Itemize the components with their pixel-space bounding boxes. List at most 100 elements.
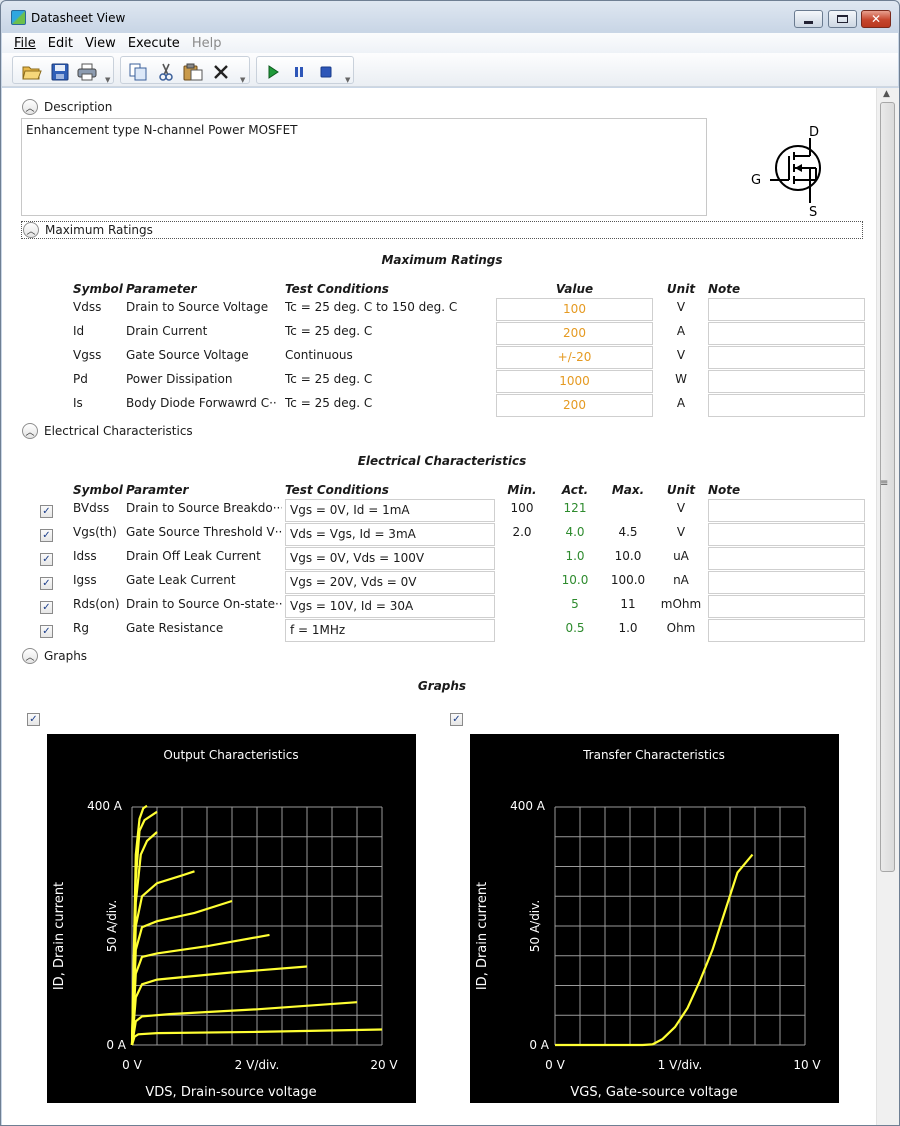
- copy-button[interactable]: [127, 62, 149, 82]
- toolbar-overflow-icon[interactable]: ▼: [240, 76, 248, 86]
- col-value-header: Value: [555, 282, 594, 296]
- row-enable-checkbox[interactable]: ✓: [40, 529, 53, 542]
- row-max: 4.5: [618, 525, 638, 539]
- x-tick-label: 20 V: [370, 1058, 398, 1072]
- row-min: 100: [510, 501, 534, 515]
- value-field[interactable]: 200: [496, 322, 653, 345]
- note-field[interactable]: [708, 523, 865, 546]
- menu-edit[interactable]: Edit: [48, 36, 73, 51]
- col-act-header: Act.: [561, 483, 589, 497]
- toolbar-group-edit: ▼: [120, 56, 250, 84]
- row-enable-checkbox[interactable]: ✓: [40, 577, 53, 590]
- collapse-icon[interactable]: ︿: [23, 222, 39, 238]
- toolbar-overflow-icon[interactable]: ▼: [345, 76, 353, 86]
- note-field[interactable]: [708, 547, 865, 570]
- note-field[interactable]: [708, 370, 865, 393]
- vertical-scrollbar[interactable]: ▲ ≡: [876, 88, 899, 1125]
- note-field[interactable]: [708, 394, 865, 417]
- print-button[interactable]: [76, 62, 98, 82]
- description-header[interactable]: ︿ Description: [22, 98, 112, 116]
- title-bar[interactable]: Datasheet View ✕: [1, 1, 899, 33]
- collapse-icon[interactable]: ︿: [22, 99, 38, 115]
- note-field[interactable]: [708, 322, 865, 345]
- row-symbol: Vdss: [73, 300, 102, 314]
- row-unit: uA: [673, 549, 689, 563]
- x-tick-label: 1 V/div.: [658, 1058, 703, 1072]
- note-field[interactable]: [708, 346, 865, 369]
- conditions-field[interactable]: Vgs = 0V, Vds = 100V: [285, 547, 495, 570]
- output-characteristics-plot: Output Characteristics 0 A 400 A 50 A/div. 0…: [52, 748, 398, 1100]
- x-tick-label: 2 V/div.: [235, 1058, 280, 1072]
- note-field[interactable]: [708, 595, 865, 618]
- note-field[interactable]: [708, 298, 865, 321]
- row-enable-checkbox[interactable]: ✓: [40, 601, 53, 614]
- note-field[interactable]: [708, 499, 865, 522]
- stop-button[interactable]: [315, 62, 337, 82]
- row-parameter: Drain to Source Voltage: [126, 300, 269, 314]
- menu-file[interactable]: File: [14, 36, 36, 51]
- collapse-icon[interactable]: ︿: [22, 423, 38, 439]
- y-axis-label: ID, Drain current: [475, 882, 490, 990]
- conditions-field[interactable]: Vgs = 20V, Vds = 0V: [285, 571, 495, 594]
- y-tick-label: 50 A/div.: [528, 900, 542, 952]
- row-act: 1.0: [565, 549, 585, 563]
- close-button[interactable]: ✕: [861, 10, 891, 28]
- minimize-icon: [804, 20, 813, 24]
- note-field[interactable]: [708, 619, 865, 642]
- row-parameter: Gate Leak Current: [126, 573, 236, 587]
- graph-2-checkbox[interactable]: ✓: [450, 713, 463, 726]
- col-symbol-header: Symbol: [73, 282, 123, 296]
- paste-button[interactable]: [182, 62, 204, 82]
- delete-icon: [214, 65, 228, 79]
- mosfet-symbol: D G S: [750, 118, 822, 220]
- graphs-title: Graphs: [417, 679, 467, 693]
- toolbar-overflow-icon[interactable]: ▼: [105, 76, 113, 86]
- delete-button[interactable]: [210, 62, 232, 82]
- graph-1-checkbox[interactable]: ✓: [27, 713, 40, 726]
- y-tick-label: 50 A/div.: [105, 900, 119, 952]
- row-act: 10.0: [561, 573, 589, 587]
- scroll-up-icon[interactable]: ▲: [883, 89, 890, 99]
- svg-text:D: D: [809, 125, 819, 140]
- transfer-characteristics-chart: Transfer Characteristics 0 A 400 A 50 A/div…: [470, 734, 839, 1103]
- save-button[interactable]: [49, 62, 71, 82]
- electrical-header[interactable]: ︿ Electrical Characteristics: [22, 422, 193, 440]
- row-enable-checkbox[interactable]: ✓: [40, 505, 53, 518]
- row-unit: V: [676, 501, 686, 515]
- maximize-button[interactable]: [828, 10, 857, 28]
- conditions-field[interactable]: Vds = Vgs, Id = 3mA: [285, 523, 495, 546]
- collapse-icon[interactable]: ︿: [22, 648, 38, 664]
- col-symbol-header: Symbol: [73, 483, 123, 497]
- y-tick-label: 0 A: [529, 1038, 549, 1052]
- series-line: [130, 933, 270, 1046]
- value-field[interactable]: +/-20: [496, 346, 653, 369]
- conditions-field[interactable]: Vgs = 10V, Id = 30A: [285, 595, 495, 618]
- minimize-button[interactable]: [794, 10, 823, 28]
- conditions-field[interactable]: f = 1MHz: [285, 619, 495, 642]
- run-button[interactable]: [262, 62, 284, 82]
- col-unit-header: Unit: [666, 282, 696, 296]
- value-field[interactable]: 100: [496, 298, 653, 321]
- note-field[interactable]: [708, 571, 865, 594]
- cut-button[interactable]: [155, 62, 177, 82]
- max-ratings-header[interactable]: ︿ Maximum Ratings: [21, 221, 863, 239]
- menu-view[interactable]: View: [85, 36, 116, 51]
- copy-icon: [129, 63, 147, 81]
- open-button[interactable]: [21, 62, 43, 82]
- value-field[interactable]: 1000: [496, 370, 653, 393]
- row-symbol: Vgss: [73, 348, 102, 362]
- pause-button[interactable]: [288, 62, 310, 82]
- description-textbox[interactable]: Enhancement type N-channel Power MOSFET: [21, 118, 707, 216]
- menu-execute[interactable]: Execute: [128, 36, 180, 51]
- row-enable-checkbox[interactable]: ✓: [40, 553, 53, 566]
- row-unit: A: [676, 396, 686, 410]
- conditions-field[interactable]: Vgs = 0V, Id = 1mA: [285, 499, 495, 522]
- graphs-header[interactable]: ︿ Graphs: [22, 647, 87, 665]
- menu-help[interactable]: Help: [192, 36, 222, 51]
- value-field[interactable]: 200: [496, 394, 653, 417]
- row-enable-checkbox[interactable]: ✓: [40, 625, 53, 638]
- stop-icon: [320, 66, 332, 78]
- output-characteristics-chart: Output Characteristics 0 A 400 A 50 A/div. 0…: [47, 734, 416, 1103]
- y-tick-label: 400 A: [87, 799, 123, 813]
- transfer-characteristics-plot: Transfer Characteristics 0 A 400 A 50 A/div…: [475, 748, 821, 1100]
